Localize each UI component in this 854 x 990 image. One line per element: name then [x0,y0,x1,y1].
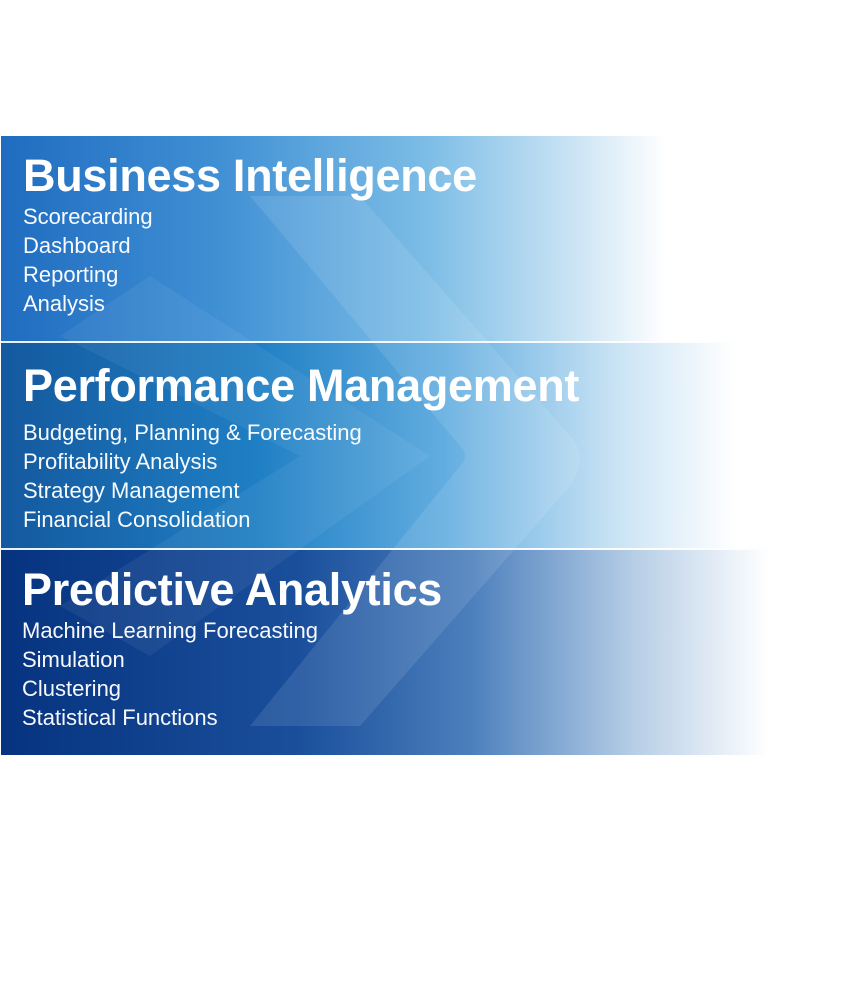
section-performance-management: Performance Management Budgeting, Planni… [23,360,579,534]
list-item: Profitability Analysis [23,449,218,474]
list-item: Analysis [23,291,105,316]
list-item: Scorecarding [23,204,153,229]
list-item: Machine Learning Forecasting [22,618,318,643]
list-item: Financial Consolidation [23,507,251,532]
section-title: Business Intelligence [23,150,477,201]
section-title: Performance Management [23,360,580,411]
list-item: Clustering [22,676,122,701]
list-item: Reporting [23,262,119,287]
list-item: Budgeting, Planning & Forecasting [23,420,362,445]
list-item: Dashboard [23,233,131,258]
section-predictive-analytics: Predictive Analytics Machine Learning Fo… [22,564,442,732]
divider [1,548,801,550]
section-title: Predictive Analytics [22,564,443,615]
list-item: Strategy Management [23,478,240,503]
divider [1,341,761,343]
section-business-intelligence: Business Intelligence Scorecarding Dashb… [23,150,477,318]
list-item: Simulation [22,647,125,672]
list-item: Statistical Functions [22,705,218,730]
